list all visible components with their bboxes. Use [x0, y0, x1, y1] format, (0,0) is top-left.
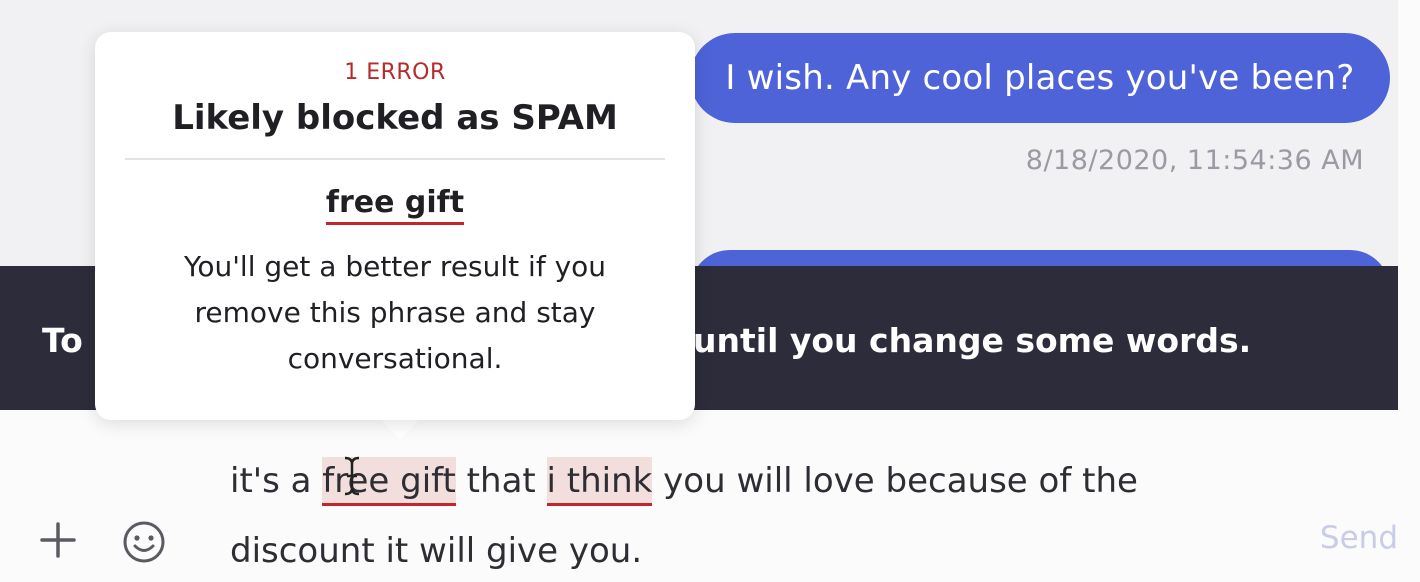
- send-button[interactable]: Send: [1320, 520, 1398, 556]
- text-cursor-icon: [342, 454, 362, 498]
- plus-icon[interactable]: [38, 520, 78, 560]
- flagged-phrase-text: free gift: [325, 185, 465, 225]
- banner-text-start: To: [42, 321, 83, 360]
- input-text-segment: it's a: [230, 461, 323, 501]
- flagged-phrase-i-think[interactable]: i think: [546, 457, 653, 506]
- error-title: Likely blocked as SPAM: [172, 98, 618, 138]
- scrollbar-track[interactable]: [1398, 0, 1420, 582]
- flagged-phrase-label: free gift: [95, 185, 695, 225]
- message-text: I wish. Any cool places you've been?: [725, 58, 1355, 98]
- spam-error-popover: 1 ERROR Likely blocked as SPAM free gift…: [95, 32, 695, 420]
- divider: [125, 158, 665, 160]
- message-input[interactable]: it's a free gift that i think you will l…: [230, 446, 1230, 582]
- error-count-label: 1 ERROR: [344, 60, 446, 85]
- banner-text-end: until you change some words.: [693, 321, 1252, 360]
- outgoing-message-bubble: I wish. Any cool places you've been?: [690, 33, 1390, 123]
- smile-icon[interactable]: [122, 520, 166, 564]
- input-text-segment: that: [455, 461, 547, 501]
- error-advice: You'll get a better result if you remove…: [183, 250, 607, 375]
- message-timestamp: 8/18/2020, 11:54:36 AM: [1025, 145, 1364, 176]
